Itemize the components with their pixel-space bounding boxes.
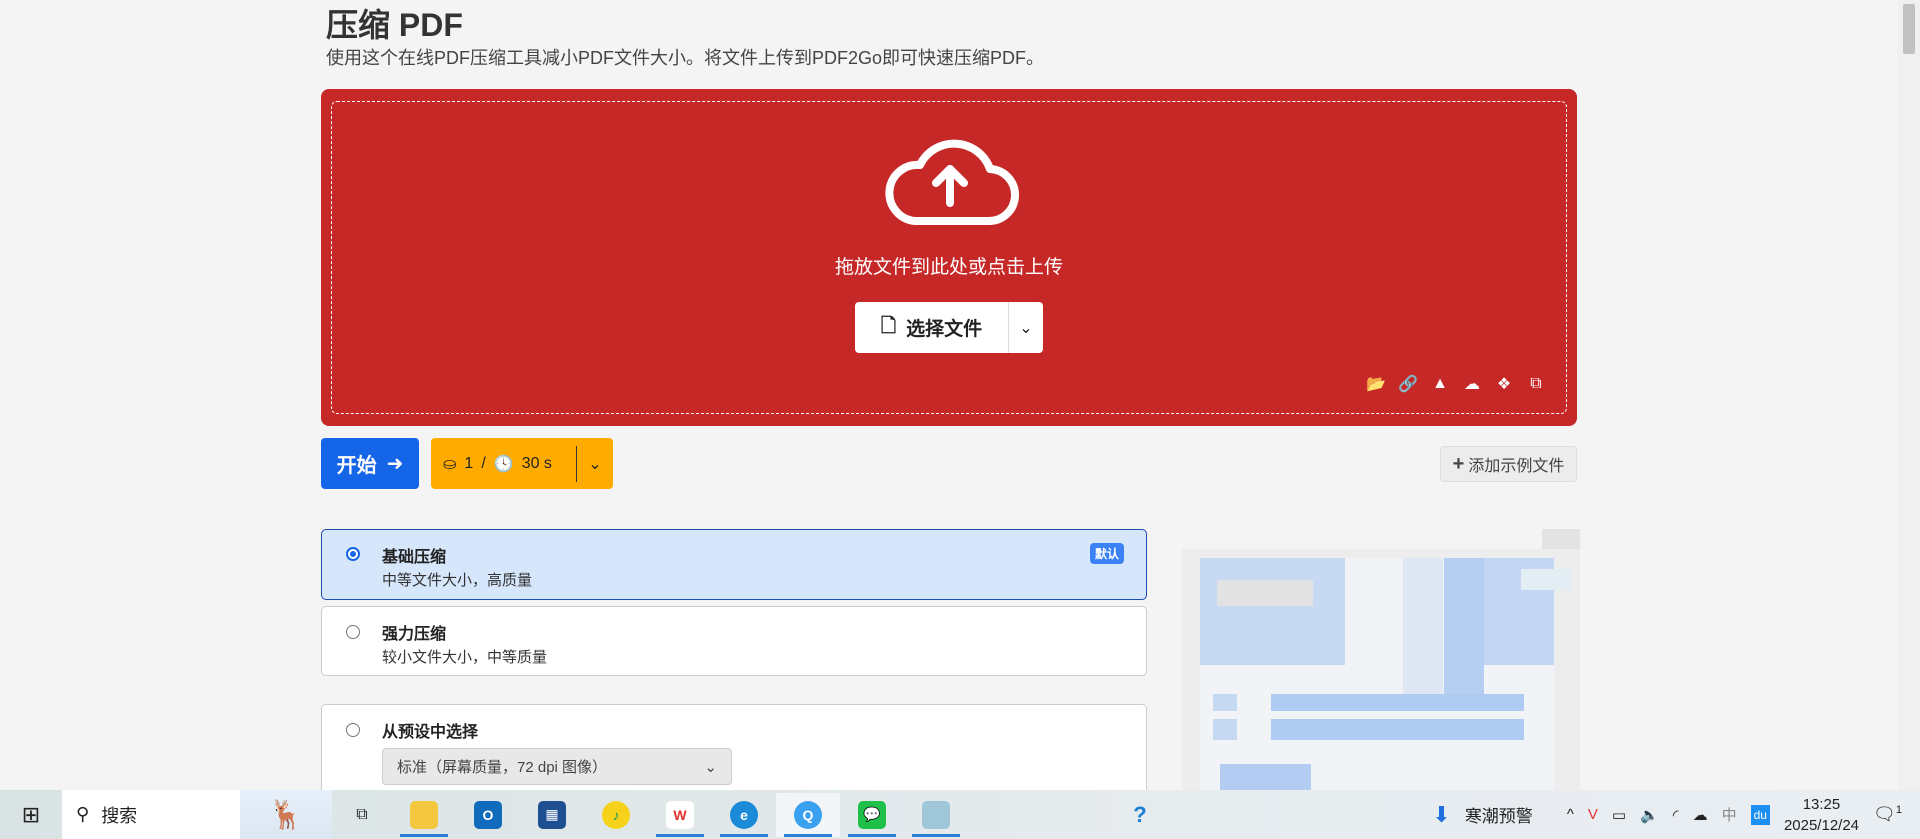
cloud-sync-icon[interactable]: ☁ xyxy=(1693,806,1708,824)
choose-file-button[interactable]: 🗋 选择文件 ⌄ xyxy=(855,302,1043,353)
choose-file-label: 选择文件 xyxy=(906,319,983,340)
chevron-down-icon: ⌄ xyxy=(704,758,717,776)
chevron-up-icon[interactable]: ^ xyxy=(1567,806,1574,823)
clock-time: 13:25 xyxy=(1802,795,1841,813)
page-subtitle: 使用这个在线PDF压缩工具减小PDF文件大小。将文件上传到PDF2Go即可快速压… xyxy=(326,48,1045,68)
outlook-icon: O xyxy=(474,800,502,829)
option-strong-compression[interactable]: 强力压缩 较小文件大小，中等质量 xyxy=(321,606,1147,676)
arrow-right-icon: ➜ xyxy=(386,453,404,475)
file-add-icon: 🗋 xyxy=(880,315,897,337)
help-icon: ? xyxy=(1133,801,1147,827)
time-value: 30 s xyxy=(521,454,552,472)
windows-icon: ⊞ xyxy=(21,801,41,827)
file-explorer-app[interactable] xyxy=(392,793,456,837)
separator: / xyxy=(481,454,486,472)
radio-preset[interactable] xyxy=(346,723,360,737)
plus-icon: + xyxy=(1452,452,1465,475)
start-menu-button[interactable]: ⊞ xyxy=(0,790,62,839)
notepad-app[interactable] xyxy=(904,793,968,837)
add-example-file-button[interactable]: + 添加示例文件 xyxy=(1440,446,1577,482)
store-icon: ▦ xyxy=(538,800,566,829)
outlook-app[interactable]: O xyxy=(456,793,520,837)
ime-indicator[interactable]: 中 xyxy=(1722,804,1737,825)
onedrive-icon[interactable]: ☁ xyxy=(1463,375,1481,393)
browser-app[interactable]: Q xyxy=(776,792,840,837)
wifi-icon[interactable]: ◜ xyxy=(1673,806,1679,824)
option-desc: 较小文件大小，中等质量 xyxy=(382,649,548,666)
option-title: 从预设中选择 xyxy=(382,724,479,741)
chevron-down-icon[interactable]: ⌄ xyxy=(1009,318,1043,338)
notification-count: 1 xyxy=(1895,804,1902,816)
credits-button[interactable]: ⛀ 1 / 🕓 30 s ⌄ xyxy=(431,438,613,489)
wechat-icon: 💬 xyxy=(858,800,886,829)
battery-icon[interactable]: ▭ xyxy=(1612,806,1626,824)
google-drive-icon[interactable]: ▲ xyxy=(1431,375,1449,393)
page-title: 压缩 PDF xyxy=(326,7,463,43)
preset-select[interactable]: 标准（屏幕质量，72 dpi 图像） ⌄ xyxy=(382,748,732,785)
help-app[interactable]: ? xyxy=(1120,790,1160,839)
wechat-app[interactable]: 💬 xyxy=(840,793,904,837)
radio-basic[interactable] xyxy=(346,547,360,561)
cloud-upload-icon xyxy=(885,139,1019,226)
start-button[interactable]: 开始 ➜ xyxy=(321,438,419,489)
upload-dropzone[interactable]: 拖放文件到此处或点击上传 🗋 选择文件 ⌄ 📂 🔗 ▲ ☁ ❖ ⧉ xyxy=(321,89,1577,426)
weather-alert-label[interactable]: 寒潮预警 xyxy=(1465,802,1533,827)
option-title: 强力压缩 xyxy=(382,626,447,643)
task-view-button[interactable]: ⧉ xyxy=(332,793,392,837)
taskbar: ⊞ ⚲ 搜索 🦌 ⧉ O ▦ ♪ W e Q 💬 ? ⬇ 寒潮预警 ^ V ▭ … xyxy=(0,790,1920,839)
notepad-icon xyxy=(922,800,950,829)
notification-icon[interactable]: 🗨1 xyxy=(1873,804,1902,825)
edge-icon: e xyxy=(730,800,758,829)
option-desc: 中等文件大小，高质量 xyxy=(382,572,533,589)
dropbox-icon[interactable]: ❖ xyxy=(1495,375,1513,393)
chevron-down-icon[interactable]: ⌄ xyxy=(577,454,613,474)
default-badge: 默认 xyxy=(1089,543,1124,564)
wps-app[interactable]: W xyxy=(648,793,712,837)
wps-icon: W xyxy=(666,800,694,829)
clock-icon: 🕓 xyxy=(493,455,514,473)
clipboard-icon[interactable]: ⧉ xyxy=(1527,375,1545,393)
search-highlight-deer[interactable]: 🦌 xyxy=(240,790,332,839)
search-icon: ⚲ xyxy=(76,804,90,824)
music-icon: ♪ xyxy=(602,800,630,829)
browser-icon: Q xyxy=(794,800,822,829)
scrollbar-thumb[interactable] xyxy=(1903,4,1915,54)
edge-app[interactable]: e xyxy=(712,793,776,837)
weather-alert-icon[interactable]: ⬇ xyxy=(1432,802,1450,828)
search-label: 搜索 xyxy=(101,805,138,826)
option-basic-compression[interactable]: 基础压缩 中等文件大小，高质量 默认 xyxy=(321,529,1147,600)
radio-strong[interactable] xyxy=(346,625,360,639)
coin-icon: ⛀ xyxy=(443,455,457,473)
start-label: 开始 xyxy=(336,455,377,477)
folder-icon[interactable]: 📂 xyxy=(1366,375,1386,393)
task-view-icon: ⧉ xyxy=(356,805,368,823)
preset-value: 标准（屏幕质量，72 dpi 图像） xyxy=(397,759,608,776)
taskbar-search[interactable]: ⚲ 搜索 xyxy=(62,790,240,839)
option-title: 基础压缩 xyxy=(382,549,447,566)
baidu-netdisk-icon[interactable]: du xyxy=(1750,804,1770,825)
vivaldi-tray-icon[interactable]: V xyxy=(1588,806,1598,823)
clock-date: 2025/12/24 xyxy=(1783,816,1860,834)
add-example-label: 添加示例文件 xyxy=(1468,458,1565,475)
page-scrollbar[interactable] xyxy=(1898,0,1920,790)
link-icon[interactable]: 🔗 xyxy=(1398,375,1418,393)
qq-music-app[interactable]: ♪ xyxy=(584,793,648,837)
volume-icon[interactable]: 🔈 xyxy=(1640,806,1659,824)
advertisement-image[interactable] xyxy=(1182,529,1580,790)
credits-value: 1 xyxy=(464,454,474,472)
clock[interactable]: 13:25 2025/12/24 xyxy=(1784,794,1859,836)
store-app[interactable]: ▦ xyxy=(520,793,584,837)
deer-icon: 🦌 xyxy=(268,799,304,830)
drop-instructions: 拖放文件到此处或点击上传 xyxy=(834,257,1063,278)
folder-icon xyxy=(410,800,438,829)
